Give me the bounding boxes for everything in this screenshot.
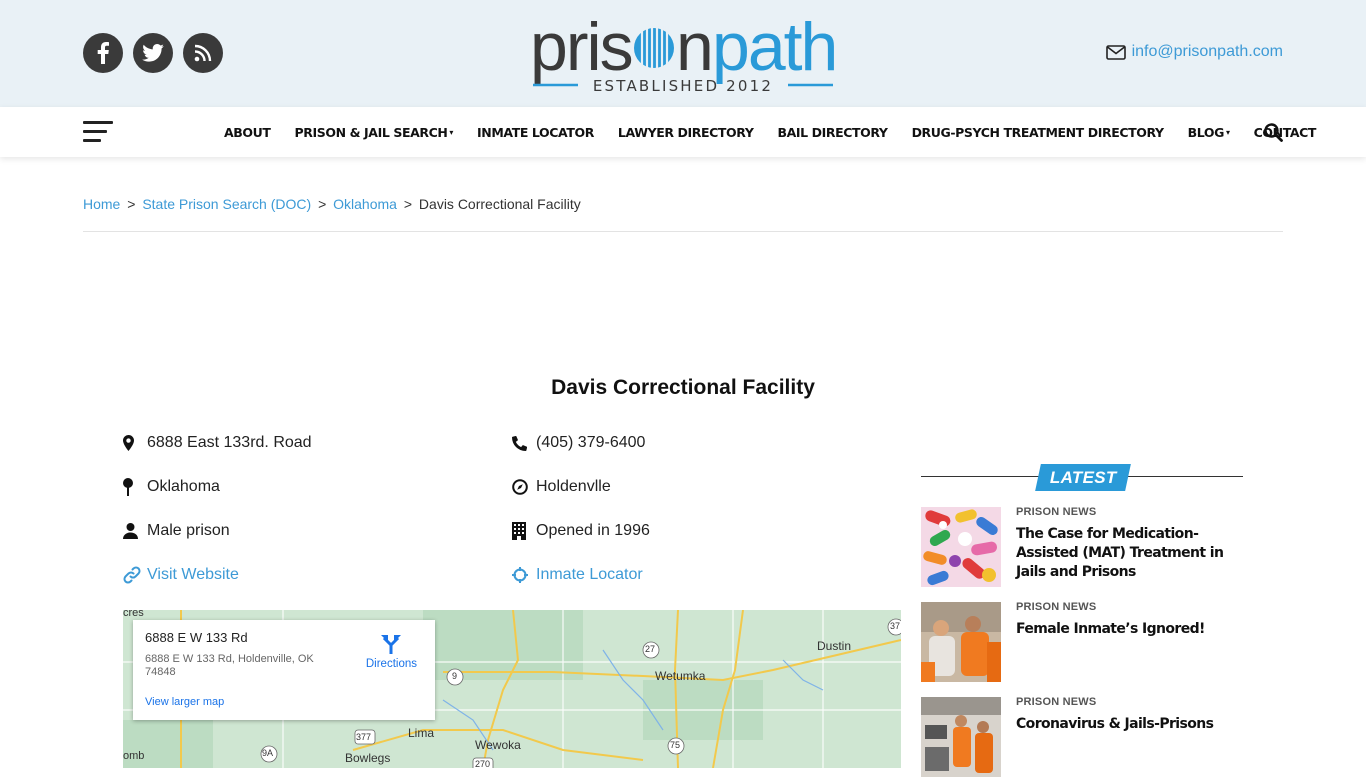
news-title[interactable]: Coronavirus & Jails-Prisons: [1016, 715, 1241, 734]
directions-icon: [381, 635, 402, 654]
news-category[interactable]: PRISON NEWS: [1016, 696, 1096, 708]
news-title[interactable]: The Case for Medication-Assisted (MAT) T…: [1016, 525, 1241, 582]
link-icon: [123, 566, 147, 584]
logo-text-prison: pris: [530, 12, 632, 85]
breadcrumb-current: Davis Correctional Facility: [418, 196, 581, 212]
dropdown-caret-icon: ▾: [1226, 127, 1230, 137]
divider: [83, 231, 1283, 232]
view-larger-map-link[interactable]: View larger map: [145, 696, 224, 708]
divider: [921, 476, 1043, 477]
svg-text:n: n: [676, 12, 712, 85]
top-header: pris n path ESTABLISHED 2012 info@prison…: [0, 0, 1366, 107]
logo-striped-o: [634, 26, 674, 70]
search-icon[interactable]: [1264, 123, 1283, 147]
visit-website-link[interactable]: Visit Website: [123, 566, 239, 584]
phone-icon: [512, 435, 536, 451]
logo-tagline: ESTABLISHED 2012: [593, 77, 773, 95]
main-navigation: ABOUT PRISON & JAIL SEARCH ▾ INMATE LOCAT…: [0, 107, 1366, 157]
news-category[interactable]: PRISON NEWS: [1016, 506, 1096, 518]
crosshairs-icon: [512, 567, 536, 583]
map-label: Wetumka: [655, 669, 706, 683]
email-address[interactable]: info@prisonpath.com: [1132, 43, 1283, 61]
breadcrumb: Home > State Prison Search (DOC) > Oklah…: [83, 196, 581, 212]
state-info: Oklahoma: [123, 478, 220, 496]
news-thumbnail-pills[interactable]: [921, 507, 1001, 587]
map-pin-icon: [123, 435, 147, 451]
compass-icon: [512, 479, 536, 495]
prisonpath-logo[interactable]: pris n path ESTABLISHED 2012: [530, 9, 838, 96]
hamburger-menu-icon[interactable]: [83, 121, 113, 143]
breadcrumb-oklahoma[interactable]: Oklahoma: [333, 196, 397, 212]
news-thumbnail-coronavirus[interactable]: [921, 697, 1001, 777]
svg-text:path: path: [712, 12, 836, 85]
map-route-label: 75: [670, 740, 681, 750]
nav-links: ABOUT PRISON & JAIL SEARCH ▾ INMATE LOCAT…: [224, 107, 1340, 157]
latest-badge: LATEST: [1035, 464, 1131, 491]
google-map[interactable]: cres Wetumka Dustin Lima Wewoka Bowlegs …: [123, 610, 901, 768]
nav-item-bail-directory[interactable]: BAIL DIRECTORY: [777, 125, 887, 140]
address-info: 6888 East 133rd. Road: [123, 434, 312, 452]
news-thumbnail-inmates[interactable]: [921, 602, 1001, 682]
map-label: Wewoka: [475, 738, 521, 752]
opened-info: Opened in 1996: [512, 522, 650, 540]
nav-item-about[interactable]: ABOUT: [224, 125, 271, 140]
city-info: Holdenvlle: [512, 478, 611, 496]
news-title[interactable]: Female Inmate’s Ignored!: [1016, 620, 1241, 639]
breadcrumb-state-prison-search[interactable]: State Prison Search (DOC): [142, 196, 311, 212]
map-label: Bowlegs: [345, 751, 391, 765]
map-route-label: 9: [452, 671, 458, 681]
breadcrumb-home[interactable]: Home: [83, 196, 120, 212]
envelope-icon: [1105, 44, 1126, 60]
divider: [1124, 476, 1243, 477]
map-route-label: 27: [645, 644, 656, 654]
directions-button[interactable]: Directions: [366, 632, 417, 670]
map-label: Dustin: [817, 639, 852, 653]
map-label: Lima: [408, 726, 435, 740]
inmate-locator-link[interactable]: Inmate Locator: [512, 566, 643, 584]
map-route-label: 377: [356, 732, 372, 742]
nav-item-prison-jail-search[interactable]: PRISON & JAIL SEARCH ▾: [295, 125, 454, 140]
map-route-label: 37: [890, 621, 901, 631]
nav-item-blog[interactable]: BLOG ▾: [1188, 125, 1230, 140]
page-title: Davis Correctional Facility: [551, 376, 815, 399]
map-info-card: 6888 E W 133 Rd 6888 E W 133 Rd, Holdenv…: [133, 620, 435, 720]
nav-item-inmate-locator[interactable]: INMATE LOCATOR: [477, 125, 594, 140]
map-label: cres: [123, 610, 144, 619]
email-link[interactable]: info@prisonpath.com: [1105, 43, 1283, 61]
dropdown-caret-icon: ▾: [449, 127, 454, 137]
nav-item-lawyer-directory[interactable]: LAWYER DIRECTORY: [618, 125, 754, 140]
twitter-icon[interactable]: [133, 33, 173, 73]
news-category[interactable]: PRISON NEWS: [1016, 601, 1096, 613]
user-icon: [123, 523, 147, 539]
map-label: omb: [123, 750, 145, 762]
facebook-icon[interactable]: [83, 33, 123, 73]
prison-type-info: Male prison: [123, 522, 230, 540]
nav-item-drug-psych-treatment[interactable]: DRUG-PSYCH TREATMENT DIRECTORY: [912, 125, 1165, 140]
nav-item-contact[interactable]: CONTACT: [1254, 125, 1317, 140]
map-pin-alt-icon: [123, 478, 147, 496]
rss-icon[interactable]: [183, 33, 223, 73]
map-card-address: 6888 E W 133 Rd, Holdenville, OK 74848: [145, 653, 314, 678]
map-route-label: 270: [475, 759, 491, 768]
building-icon: [512, 522, 536, 540]
map-route-label: 9A: [262, 748, 274, 758]
phone-info: (405) 379-6400: [512, 434, 645, 452]
